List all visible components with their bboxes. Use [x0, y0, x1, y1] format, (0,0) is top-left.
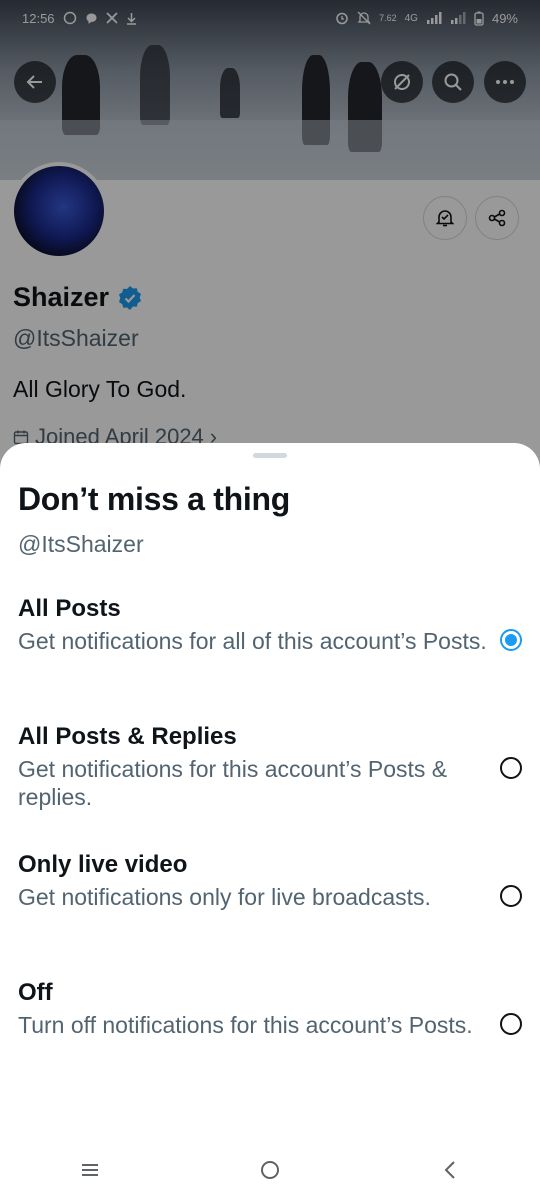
home-button[interactable]: [240, 1150, 300, 1190]
back-icon: [444, 1161, 455, 1179]
sheet-handle: @ItsShaizer: [18, 531, 144, 557]
system-nav-bar: [0, 1140, 540, 1200]
option-all-posts-replies[interactable]: All Posts & Replies Get notifications fo…: [0, 723, 540, 833]
option-title: Off: [18, 979, 53, 1006]
option-description: Turn off notifications for this account’…: [18, 1012, 473, 1038]
recents-button[interactable]: [60, 1150, 120, 1190]
radio-selected[interactable]: [500, 629, 522, 651]
option-description: Get notifications for all of this accoun…: [18, 628, 487, 654]
sheet-grabber[interactable]: [253, 453, 287, 458]
radio-unselected[interactable]: [500, 885, 522, 907]
notification-settings-sheet: Don’t miss a thing @ItsShaizer All Posts…: [0, 443, 540, 1200]
option-title: Only live video: [18, 851, 188, 878]
option-off[interactable]: Off Turn off notifications for this acco…: [0, 979, 540, 1089]
radio-unselected[interactable]: [500, 1013, 522, 1035]
home-icon: [261, 1161, 279, 1179]
nav-back-button[interactable]: [420, 1150, 480, 1190]
option-only-live-video[interactable]: Only live video Get notifications only f…: [0, 851, 540, 961]
radio-unselected[interactable]: [500, 757, 522, 779]
sheet-title: Don’t miss a thing: [18, 481, 290, 517]
option-title: All Posts & Replies: [18, 723, 237, 750]
option-description: Get notifications only for live broadcas…: [18, 884, 431, 910]
option-description: Get notifications for this account’s Pos…: [18, 756, 448, 810]
option-all-posts[interactable]: All Posts Get notifications for all of t…: [0, 595, 540, 705]
option-title: All Posts: [18, 595, 121, 622]
recents-icon: [82, 1164, 98, 1176]
